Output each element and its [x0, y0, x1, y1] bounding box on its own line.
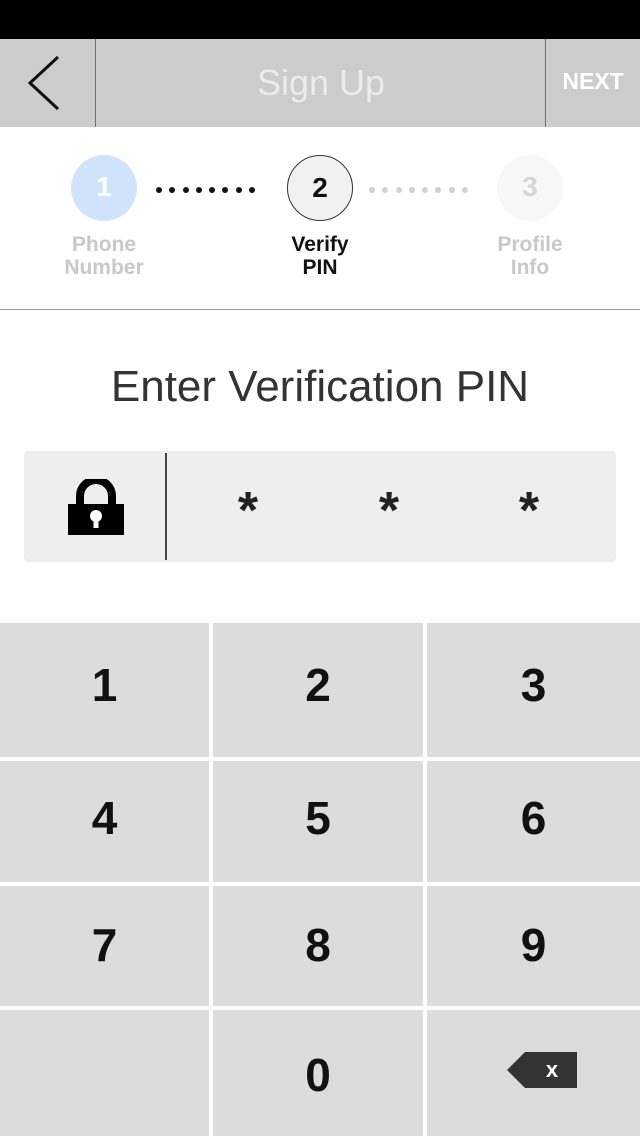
- nav-bar: Sign Up NEXT: [0, 39, 640, 127]
- key-9[interactable]: 9: [427, 886, 640, 1006]
- backspace-button[interactable]: x: [427, 1010, 640, 1136]
- backspace-glyph: x: [546, 1057, 559, 1082]
- chevron-left-icon: [27, 55, 60, 111]
- step-connector-1: [156, 187, 262, 193]
- backspace-icon: x: [507, 1052, 577, 1088]
- step-2-indicator: 2: [287, 155, 353, 221]
- progress-stepper: 1 2 3 Phone Number Verify PIN Profile In…: [0, 127, 640, 310]
- back-button[interactable]: [0, 39, 96, 127]
- step-1-label-line1: Phone: [71, 233, 137, 256]
- key-3-label: 3: [520, 659, 547, 711]
- pin-input[interactable]: * * *: [24, 451, 616, 562]
- step-1-label-line2: Number: [64, 256, 144, 279]
- verification-heading: Enter Verification PIN: [110, 362, 530, 411]
- step-3-label-line2: Info: [510, 256, 550, 279]
- step-1-indicator: 1: [71, 155, 137, 221]
- step-2-label: Verify PIN: [250, 233, 390, 279]
- key-2-label: 2: [305, 659, 331, 711]
- step-connector-2: [369, 187, 475, 193]
- key-5[interactable]: 5: [213, 761, 423, 882]
- key-empty: [0, 1010, 209, 1136]
- key-3[interactable]: 3: [427, 623, 640, 757]
- step-3-indicator: 3: [497, 155, 563, 221]
- step-1-label: Phone Number: [34, 233, 174, 279]
- key-2[interactable]: 2: [213, 623, 423, 757]
- key-4-label: 4: [91, 792, 118, 844]
- numeric-keypad: 1 2 3 4 5 6 7 8 9 0 x: [0, 623, 640, 1136]
- key-0[interactable]: 0: [213, 1010, 423, 1136]
- key-4[interactable]: 4: [0, 761, 209, 882]
- step-2-label-line2: PIN: [302, 256, 338, 279]
- key-9-label: 9: [520, 919, 547, 971]
- step-2-label-line1: Verify: [291, 233, 349, 256]
- pin-digit-1: *: [237, 482, 259, 540]
- pin-divider: [165, 453, 167, 560]
- step-3-label-line1: Profile: [497, 233, 563, 256]
- key-0-label: 0: [305, 1049, 331, 1101]
- key-8[interactable]: 8: [213, 886, 423, 1006]
- key-7[interactable]: 7: [0, 886, 209, 1006]
- next-button[interactable]: NEXT: [545, 39, 640, 127]
- key-8-label: 8: [305, 919, 331, 971]
- key-5-label: 5: [305, 792, 331, 844]
- pin-digit-3: *: [518, 482, 540, 540]
- key-6[interactable]: 6: [427, 761, 640, 882]
- step-3-label: Profile Info: [460, 233, 600, 279]
- pin-lock-area: [24, 451, 165, 562]
- key-1[interactable]: 1: [0, 623, 209, 757]
- key-6-label: 6: [520, 792, 547, 844]
- key-7-label: 7: [91, 919, 118, 971]
- key-1-label: 1: [91, 659, 118, 711]
- page-title: Sign Up: [256, 62, 386, 103]
- lock-icon: [68, 479, 124, 535]
- status-bar: [0, 0, 640, 39]
- pin-digit-2: *: [378, 482, 400, 540]
